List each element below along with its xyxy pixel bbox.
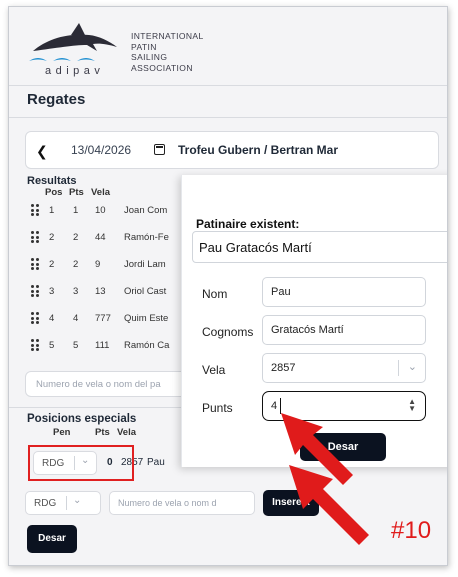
annotation-arrow-icon	[289, 465, 369, 545]
special-name: Pau	[147, 457, 165, 468]
col-pts: Pts	[95, 427, 110, 438]
cell-name: Jordi Lam	[124, 259, 166, 270]
cognoms-input[interactable]: Gratacós Martí	[262, 315, 426, 345]
cell-pos: 1	[49, 205, 55, 216]
divider	[9, 85, 447, 86]
org-logo: INTERNATIONAL PATIN SAILING ASSOCIATION …	[27, 17, 227, 87]
cell-name: Joan Com	[124, 205, 168, 216]
vela-label: Vela	[202, 363, 226, 377]
cell-vela: 10	[95, 205, 106, 216]
cell-pos: 5	[49, 340, 55, 351]
drag-handle-icon[interactable]	[31, 231, 41, 243]
cell-pts: 4	[73, 313, 79, 324]
date-field[interactable]: 13/04/2026	[71, 143, 131, 157]
cell-name: Oriol Cast	[124, 286, 167, 297]
cell-pts: 5	[73, 340, 79, 351]
col-pen: Pen	[53, 427, 71, 438]
col-vela: Vela	[91, 187, 111, 198]
cell-vela: 777	[95, 313, 111, 324]
drag-handle-icon[interactable]	[31, 258, 41, 270]
col-pos: Pos	[45, 187, 63, 198]
cell-pos: 2	[49, 259, 55, 270]
dolphin-logo-icon	[29, 23, 117, 61]
cell-name: Quim Este	[124, 313, 169, 324]
calendar-icon[interactable]	[154, 144, 165, 155]
event-name: Trofeu Gubern / Bertran Mar	[178, 143, 339, 157]
penalty-select-new[interactable]: RDG ⌄	[25, 491, 101, 515]
step-label: #10	[391, 517, 432, 544]
results-title: Resultats	[27, 175, 77, 187]
cognoms-label: Cognoms	[202, 325, 254, 339]
vela-select[interactable]: 2857 ⌄	[262, 353, 426, 383]
cell-pos: 4	[49, 313, 55, 324]
cell-pts: 1	[73, 205, 79, 216]
results-search-input[interactable]: Numero de vela o nom del pa	[25, 371, 205, 397]
cell-pts: 2	[73, 232, 79, 243]
save-button[interactable]: Desar	[27, 525, 77, 553]
col-vela: Vela	[117, 427, 137, 438]
cell-pts: 2	[73, 259, 79, 270]
spinner-icon[interactable]: ▲ ▼	[408, 398, 416, 413]
drag-handle-icon[interactable]	[31, 285, 41, 297]
org-wordmark: adipav	[45, 65, 105, 77]
nom-input[interactable]: Pau	[262, 277, 426, 307]
chevron-down-icon: ⌄	[407, 361, 417, 373]
screenshot-frame: INTERNATIONAL PATIN SAILING ASSOCIATION …	[8, 6, 448, 566]
cell-pts: 3	[73, 286, 79, 297]
cell-vela: 9	[95, 259, 101, 270]
cell-name: Ramón Ca	[124, 340, 170, 351]
drag-handle-icon[interactable]	[31, 204, 41, 216]
org-name: INTERNATIONAL PATIN SAILING ASSOCIATION	[131, 31, 204, 73]
date-event-bar: ❮ 13/04/2026 Trofeu Gubern / Bertran Mar	[25, 131, 439, 169]
nom-label: Nom	[202, 287, 228, 301]
special-search-input[interactable]: Numero de vela o nom d	[109, 491, 255, 515]
page-title: Regates	[27, 91, 86, 108]
cell-vela: 111	[95, 340, 110, 351]
drag-handle-icon[interactable]	[31, 312, 41, 324]
punts-label: Punts	[202, 401, 233, 415]
drag-handle-icon[interactable]	[31, 339, 41, 351]
special-title: Posicions especials	[27, 413, 137, 425]
cell-vela: 44	[95, 232, 106, 243]
cell-vela: 13	[95, 286, 106, 297]
col-pts: Pts	[69, 187, 84, 198]
highlight-box	[28, 445, 134, 481]
cell-pos: 3	[49, 286, 55, 297]
cell-pos: 2	[49, 232, 55, 243]
cell-name: Ramón-Fe	[124, 232, 169, 243]
chevron-down-icon: ⌄	[73, 495, 82, 506]
existing-skater-select[interactable]: Pau Gratacós Martí	[192, 231, 447, 263]
divider	[9, 117, 447, 118]
chevron-left-icon[interactable]: ❮	[36, 143, 48, 160]
existing-skater-label: Patinaire existent:	[196, 217, 300, 231]
